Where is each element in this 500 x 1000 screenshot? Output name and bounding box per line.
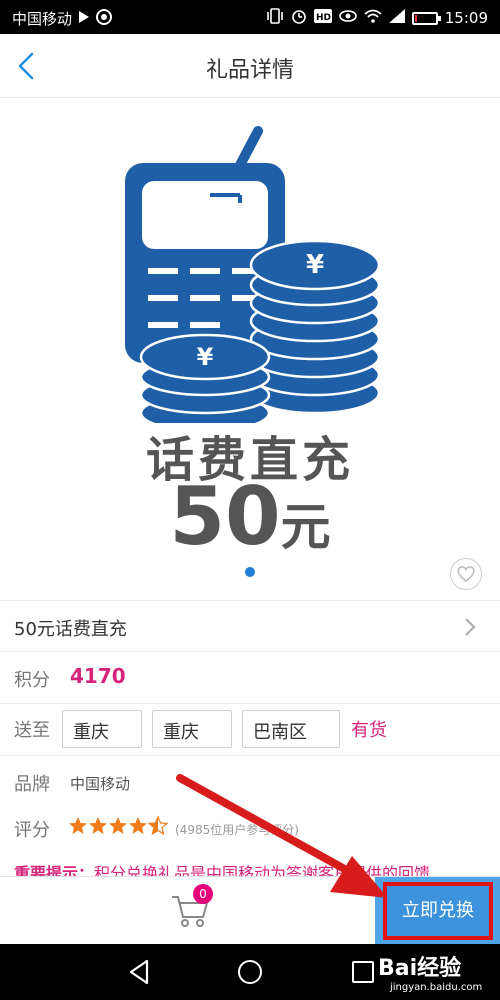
points-label: 积分: [14, 670, 50, 691]
gallery-page-indicator[interactable]: [245, 567, 255, 577]
rating-row: 评分 (4985位用户参与评分): [0, 806, 500, 846]
page-title: 礼品详情: [205, 58, 294, 83]
important-notice: 重要提示： 积分兑换礼品是中国移动为答谢客户提供的回馈: [0, 846, 500, 876]
baidu-jingyan-watermark: Bai经验 jingyan.baidu.com: [378, 950, 482, 993]
notice-text: 积分兑换礼品是中国移动为答谢客户提供的回馈: [94, 864, 431, 876]
stock-status: 有货: [351, 720, 387, 741]
chevron-right-icon: [465, 618, 476, 636]
star-icon: [129, 817, 147, 834]
svg-text:¥: ¥: [197, 343, 214, 371]
nav-home-icon[interactable]: [238, 960, 262, 984]
district-select[interactable]: 巴南区: [242, 710, 340, 748]
nav-recent-apps-icon[interactable]: [352, 961, 374, 983]
cart-count-badge: 0: [193, 884, 213, 904]
rating-count: (4985位用户参与评分): [175, 823, 299, 837]
signal-icon: [388, 9, 405, 27]
china-mobile-logo-icon: [96, 8, 113, 29]
brand-label: 品牌: [14, 774, 50, 795]
battery-level: [414, 14, 417, 22]
svg-text:HD: HD: [316, 13, 331, 23]
bottom-action-bar: 0 立即兑换: [0, 876, 500, 945]
alarm-icon: [291, 8, 307, 28]
play-icon: [78, 10, 90, 28]
product-name: 50元话费直充: [14, 619, 127, 640]
points-row: 积分 4170: [0, 652, 500, 704]
brand-row: 品牌 中国移动: [0, 760, 500, 806]
star-rating: [68, 816, 168, 836]
points-value: 4170: [70, 664, 126, 688]
delivery-row: 送至 重庆 重庆 巴南区 有货: [0, 704, 500, 756]
delivery-label: 送至: [14, 720, 50, 741]
favorite-button[interactable]: [450, 558, 482, 590]
watermark-url: jingyan.baidu.com: [390, 982, 483, 993]
redeem-now-button[interactable]: 立即兑换: [383, 882, 493, 940]
wifi-icon: [364, 9, 382, 27]
star-icon: [109, 817, 127, 834]
product-gallery[interactable]: ¥ ¥ 话费直充 50元: [0, 98, 500, 598]
hd-icon: HD: [313, 9, 332, 27]
star-icon: [69, 817, 87, 834]
rating-label: 评分: [14, 820, 50, 841]
product-image-amount: 50元: [0, 470, 500, 563]
carrier-name: 中国移动: [12, 10, 73, 28]
vibrate-icon: [266, 8, 284, 28]
amount-unit: 元: [280, 498, 331, 556]
status-bar: 中国移动 HD 15:09: [0, 0, 500, 34]
phone-recharge-illustration: ¥ ¥: [125, 126, 381, 423]
app-header: 礼品详情: [0, 34, 500, 98]
half-star-icon: [148, 816, 168, 836]
star-icon: [89, 817, 107, 834]
clock-time: 15:09: [444, 9, 488, 27]
notice-label: 重要提示：: [14, 864, 95, 876]
amount-number: 50: [169, 470, 281, 563]
heart-icon: [457, 566, 475, 582]
nav-back-icon[interactable]: [128, 959, 150, 985]
brand-value: 中国移动: [70, 775, 131, 793]
battery-icon: [411, 11, 441, 25]
province-select[interactable]: 重庆: [62, 710, 142, 748]
svg-text:¥: ¥: [306, 250, 324, 280]
product-name-row[interactable]: 50元话费直充: [0, 600, 500, 652]
eye-icon: [338, 9, 357, 27]
watermark-logo: Bai经验: [378, 956, 462, 981]
city-select[interactable]: 重庆: [152, 710, 232, 748]
